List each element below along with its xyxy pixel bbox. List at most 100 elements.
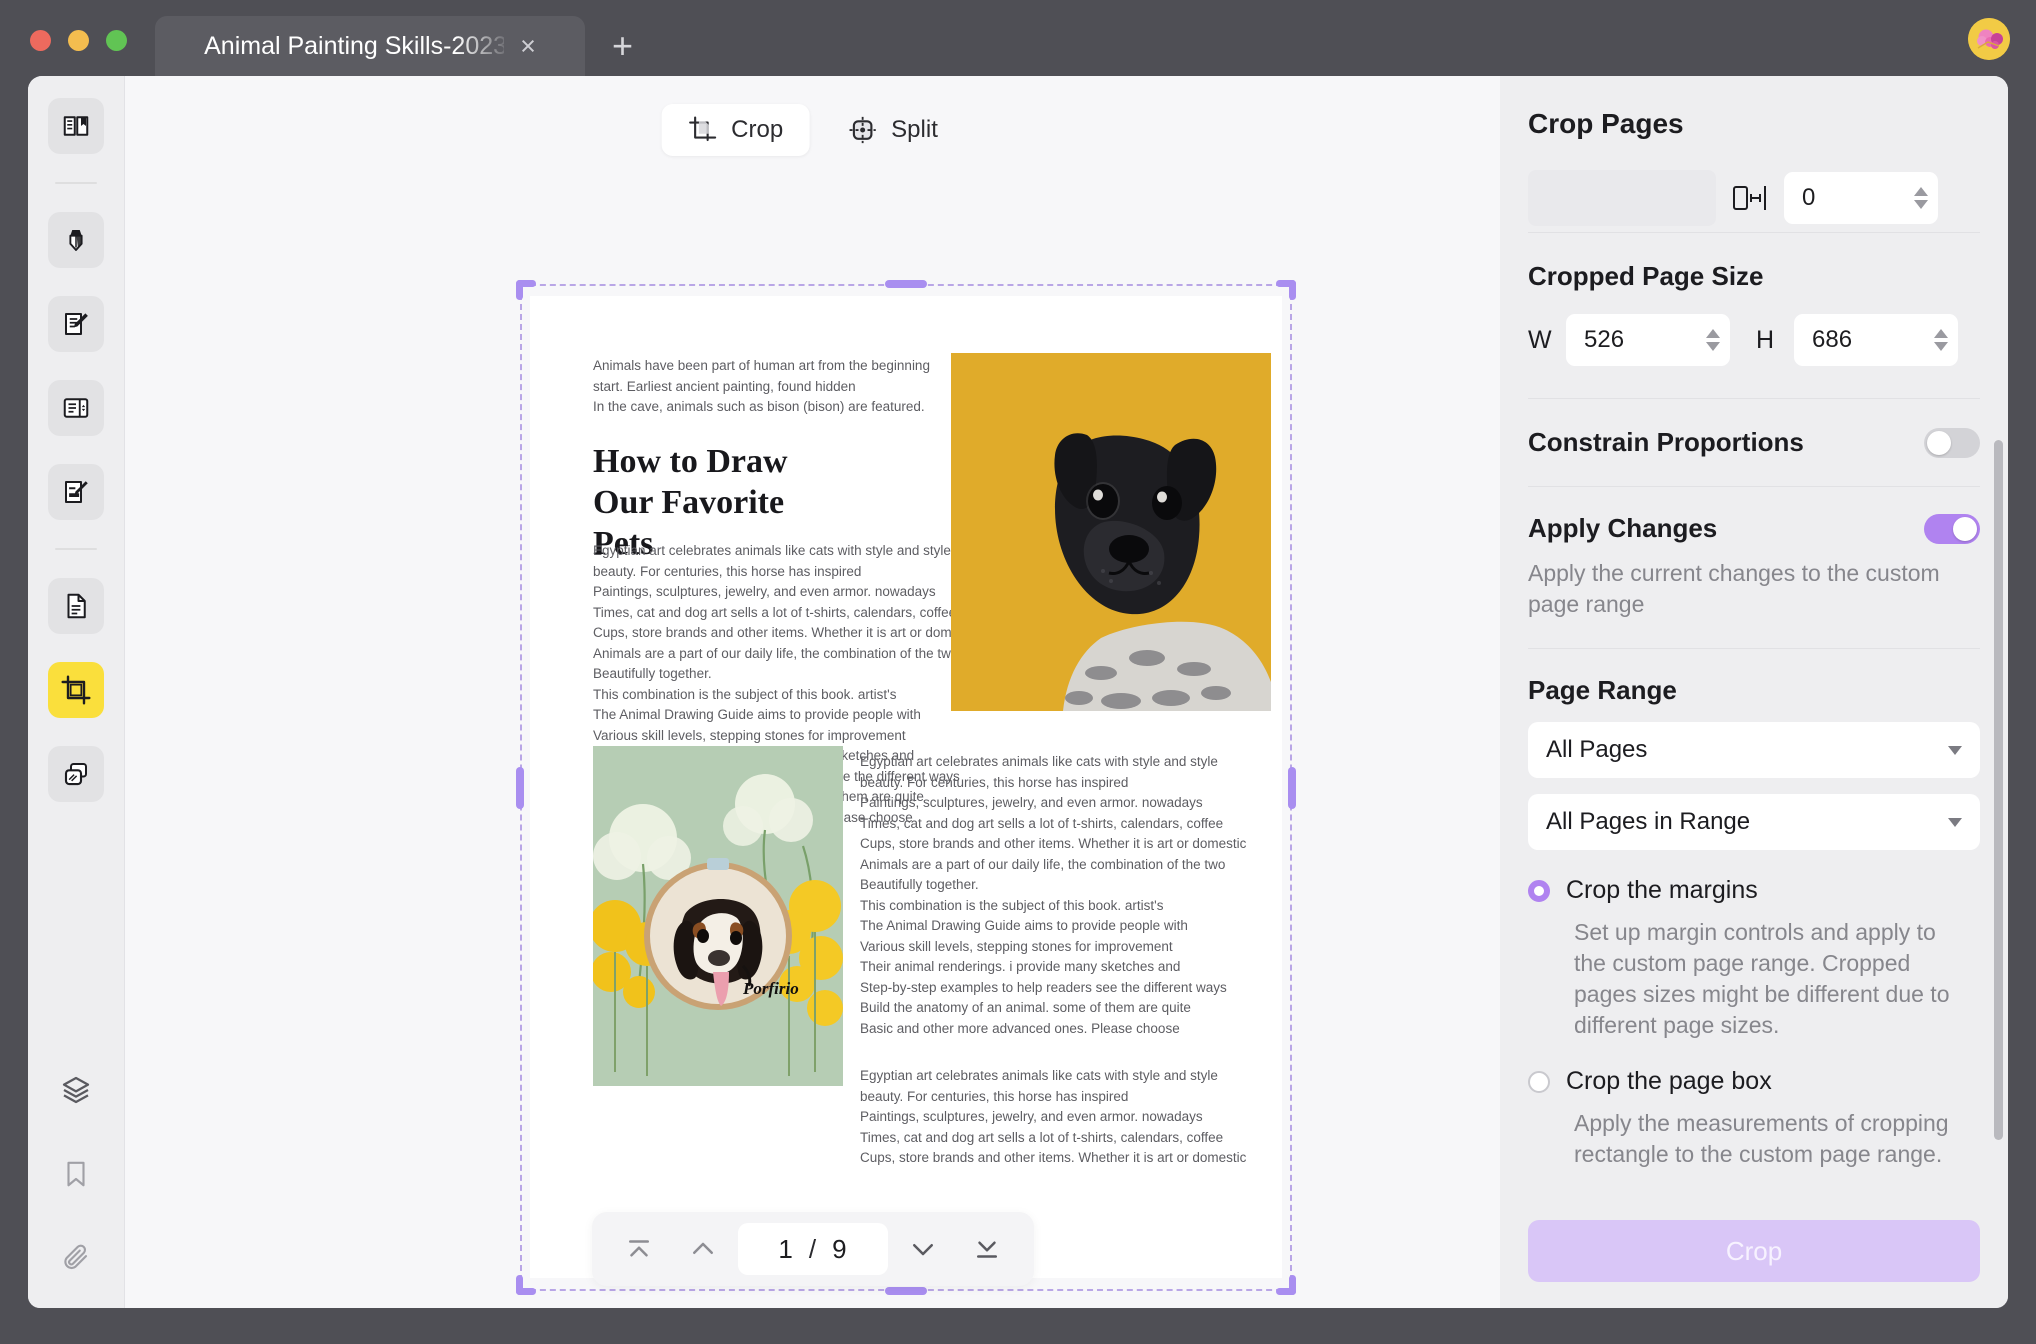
sidebar-item-layers[interactable]	[48, 1062, 104, 1118]
constrain-proportions-toggle[interactable]	[1924, 427, 1980, 458]
crop-handle-right[interactable]	[1288, 766, 1296, 809]
doc-line: Their animal renderings. i provide many …	[860, 959, 1181, 974]
apply-changes-toggle[interactable]	[1924, 513, 1980, 544]
next-page-button[interactable]	[894, 1223, 952, 1275]
photo-embroidery-image: Porfirio	[593, 746, 843, 1086]
sidebar-item-page-organize[interactable]	[48, 578, 104, 634]
height-stepper-up[interactable]	[1934, 329, 1948, 338]
margin-stepper-up[interactable]	[1914, 187, 1928, 196]
doc-line: Times, cat and dog art sells a lot of t-…	[593, 604, 957, 620]
sidebar-item-sign[interactable]	[48, 464, 104, 520]
bookmark-icon	[67, 1161, 85, 1187]
page-subset-value: All Pages in Range	[1546, 808, 1751, 835]
page-range-select[interactable]: All Pages	[1528, 722, 1980, 778]
crop-split-toolbar: Crop Split	[661, 104, 964, 156]
left-sidebar	[28, 76, 125, 1308]
doc-intro-paragraph: Animals have been part of human art from…	[593, 358, 930, 414]
crop-pages-panel: Crop Pages 0 Cropped Page Size W 526 H 6…	[1500, 76, 2008, 1308]
doc-line: The Animal Drawing Guide aims to provide…	[860, 918, 1188, 933]
sidebar-item-form[interactable]	[48, 380, 104, 436]
doc-line: This combination is the subject of this …	[593, 686, 897, 702]
page-organize-icon	[67, 593, 86, 619]
first-page-button[interactable]	[610, 1223, 668, 1275]
width-stepper-up[interactable]	[1706, 329, 1720, 338]
panel-title: Crop Pages	[1528, 108, 1684, 139]
reader-icon	[63, 116, 89, 136]
crop-button[interactable]: Crop	[1528, 1220, 1980, 1282]
tab-crop[interactable]: Crop	[661, 104, 810, 156]
chevron-up-icon	[692, 1242, 713, 1254]
last-page-button[interactable]	[958, 1223, 1016, 1275]
crop-selection-frame[interactable]: Animals have been part of human art from…	[516, 280, 1296, 1295]
previous-page-button[interactable]	[674, 1223, 732, 1275]
crop-handle-left[interactable]	[516, 766, 524, 809]
panel-scrollbar[interactable]	[1994, 440, 2003, 1140]
chevron-down-icon	[1948, 817, 1962, 827]
radio-crop-page-box[interactable]	[1528, 1070, 1550, 1093]
maximize-window-button[interactable]	[106, 30, 127, 51]
margin-value: 0	[1802, 184, 1816, 211]
margin-stepper[interactable]	[1900, 187, 1928, 209]
apply-changes-row[interactable]: Apply Changes	[1528, 513, 1980, 544]
apply-changes-description: Apply the current changes to the custom …	[1528, 560, 1940, 617]
crop-handle-bottom-left[interactable]	[516, 1275, 536, 1295]
sidebar-item-highlighter[interactable]	[48, 212, 104, 268]
constrain-proportions-row[interactable]: Constrain Proportions	[1528, 399, 1980, 486]
sidebar-item-attachment[interactable]	[48, 1230, 104, 1286]
crop-handle-bottom-right[interactable]	[1276, 1275, 1296, 1295]
doc-line: beauty. For centuries, this horse has in…	[593, 563, 862, 579]
avatar[interactable]	[1968, 18, 2010, 60]
doc-line: Paintings, sculptures, jewelry, and even…	[860, 795, 1203, 810]
page-separator: /	[808, 1233, 817, 1264]
margin-stepper-down[interactable]	[1914, 200, 1928, 209]
total-pages-value: 9	[832, 1233, 847, 1264]
doc-lower-right-paragraph: Egyptian art celebrates animals like cat…	[860, 752, 1260, 1039]
option-crop-margins-label: Crop the margins	[1566, 876, 1758, 904]
page-subset-select[interactable]: All Pages in Range	[1528, 794, 1980, 850]
sidebar-item-background[interactable]	[48, 746, 104, 802]
option-crop-page-box-description: Apply the measurements of cropping recta…	[1574, 1110, 1949, 1167]
width-stepper-down[interactable]	[1706, 342, 1720, 351]
minimize-window-button[interactable]	[68, 30, 89, 51]
apply-changes-section: Apply Changes Apply the current changes …	[1528, 487, 1980, 620]
close-tab-icon[interactable]: ×	[520, 32, 536, 60]
new-tab-icon[interactable]: +	[612, 28, 633, 64]
sidebar-item-bookmark[interactable]	[48, 1146, 104, 1202]
doc-line: beauty. For centuries, this horse has in…	[860, 774, 1129, 790]
document-tab[interactable]: Animal Painting Skills-2023 ×	[155, 16, 585, 76]
sidebar-item-edit-text[interactable]	[48, 296, 104, 352]
option-crop-margins[interactable]: Crop the margins	[1528, 876, 1980, 905]
sign-icon	[65, 481, 88, 503]
split-icon	[849, 116, 876, 144]
doc-line: Cups, store brands and other items. Whet…	[860, 836, 1247, 851]
width-input[interactable]: 526	[1566, 314, 1730, 366]
doc-line: Egyptian art celebrates animals like cat…	[860, 1068, 1218, 1083]
page-number-input[interactable]: 1 / 9	[737, 1223, 888, 1275]
doc-line: Paintings, sculptures, jewelry, and even…	[860, 1109, 1203, 1124]
close-window-button[interactable]	[30, 30, 51, 51]
sidebar-item-reader[interactable]	[48, 98, 104, 154]
doc-line: Animals are a part of our daily life, th…	[593, 645, 959, 661]
crop-handle-top[interactable]	[885, 280, 927, 288]
panel-scroll-area: 0 Cropped Page Size W 526 H 686 Constrai…	[1500, 140, 2008, 1198]
height-stepper[interactable]	[1920, 329, 1948, 351]
crop-handle-bottom[interactable]	[885, 1287, 927, 1295]
height-input[interactable]: 686	[1794, 314, 1958, 366]
tab-title: Animal Painting Skills-2023	[204, 31, 505, 60]
panel-footer: Crop	[1500, 1198, 2008, 1308]
radio-crop-margins[interactable]	[1528, 879, 1550, 902]
chevron-down-bar-icon	[976, 1241, 997, 1258]
chevron-down-icon	[912, 1244, 933, 1256]
width-stepper[interactable]	[1692, 329, 1720, 351]
photo-pug	[951, 353, 1271, 711]
option-crop-page-box[interactable]: Crop the page box	[1528, 1067, 1980, 1096]
margin-value-input[interactable]: 0	[1784, 172, 1938, 224]
height-stepper-down[interactable]	[1934, 342, 1948, 351]
tab-split[interactable]: Split	[821, 104, 964, 156]
doc-line: The Animal Drawing Guide aims to provide…	[593, 707, 921, 722]
cropped-page-size-title: Cropped Page Size	[1528, 261, 1764, 291]
sidebar-item-crop[interactable]	[48, 662, 104, 718]
current-page-value: 1	[778, 1233, 793, 1264]
doc-line: Various skill levels, stepping stones fo…	[593, 727, 906, 743]
chevron-up-bar-icon	[628, 1240, 649, 1257]
